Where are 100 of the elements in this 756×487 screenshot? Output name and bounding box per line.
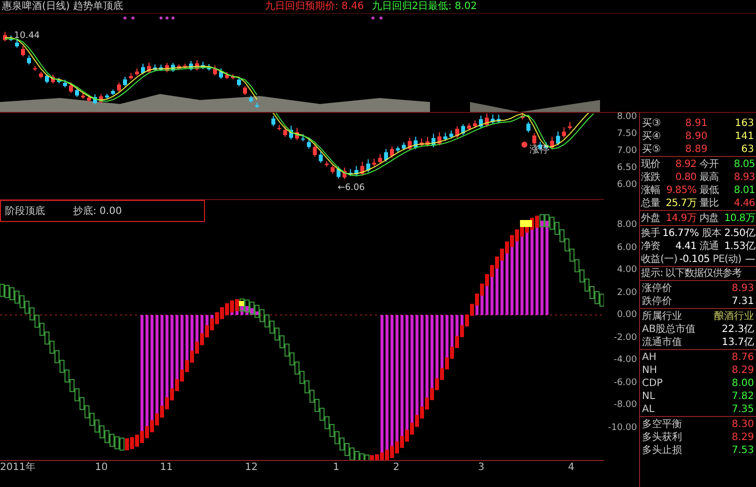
low-price-label: ←6.06	[338, 183, 365, 194]
field-value: 7.53	[732, 444, 754, 457]
field-value: 14.9万	[666, 212, 696, 225]
bid-price: 8.90	[684, 130, 708, 143]
field-value: 1.53亿	[724, 240, 755, 253]
field-value: 7.31	[732, 295, 754, 308]
field-label: 总量	[641, 197, 660, 210]
field-label: PE(动)	[712, 253, 742, 266]
field-value: 0.80	[675, 171, 696, 184]
field-value: 8.29	[732, 431, 754, 444]
field-value: 25.7万	[666, 197, 696, 210]
field-label: 净资	[641, 240, 660, 253]
field-label: 内盘	[700, 212, 719, 225]
bid-volume: 163	[734, 117, 754, 130]
field-label: 多空平衡	[642, 418, 682, 431]
field-value: 2.50亿	[724, 227, 755, 240]
y-axis-label: -8.00	[614, 400, 637, 410]
field-label: 买④	[642, 130, 661, 143]
y-axis-label: 7.50	[616, 129, 637, 139]
field-label: 买③	[642, 117, 661, 130]
y-axis-label: 6.00	[616, 242, 637, 252]
signal-marker-icon	[372, 16, 382, 20]
field-label: 涨幅	[641, 184, 660, 197]
field-label: 收益(一)	[641, 253, 678, 266]
field-label: NL	[642, 390, 656, 403]
field-value: 8.00	[732, 377, 754, 390]
field-value: 4.46	[734, 197, 755, 210]
field-value: —	[745, 253, 755, 266]
bid-price: 8.91	[684, 117, 708, 130]
expected-price-label: 九日回归预期价: 8.46	[265, 0, 364, 14]
window-title: 惠泉啤酒(日线) 趋势单顶底	[2, 0, 124, 14]
field-label: 涨跌	[641, 171, 660, 184]
field-label: 流通	[700, 240, 719, 253]
field-value: 8.30	[732, 418, 754, 431]
peak-marker	[520, 220, 532, 227]
field-label: 所属行业	[642, 310, 682, 323]
peak-marker	[239, 301, 244, 306]
field-label: 现价	[641, 158, 660, 171]
field-label: AB股总市值	[642, 323, 696, 336]
field-label: 今开	[700, 158, 719, 171]
field-value: 10.8万	[724, 212, 755, 225]
bid-volume: 63	[740, 143, 754, 156]
signal-marker-icon	[160, 16, 174, 20]
signal-marker-icon	[124, 16, 134, 20]
field-label: AL	[642, 403, 654, 416]
field-value: 13.7亿	[722, 336, 754, 349]
field-value: 8.01	[734, 184, 755, 197]
field-value: 酿酒行业	[714, 310, 754, 323]
y-axis-label: 7.00	[616, 146, 637, 156]
bid-price: 8.89	[684, 143, 708, 156]
limit-up-marker-icon	[521, 142, 528, 148]
field-label: 多头获利	[642, 431, 682, 444]
y-axis-label: 2.00	[616, 288, 637, 298]
y-axis-label: 8.00	[616, 220, 637, 230]
x-axis-label: 12	[245, 462, 258, 474]
field-value: 8.93	[732, 282, 754, 295]
high-price-label: 10.44	[14, 31, 40, 41]
field-value: 7.82	[732, 390, 754, 403]
field-value: 8.92	[675, 158, 696, 171]
field-label: 涨停价	[642, 282, 672, 295]
y-axis-label: 6.50	[616, 163, 637, 173]
field-label: 流通市值	[642, 336, 682, 349]
field-label: 跌停价	[642, 295, 672, 308]
indicator-name: 阶段顶底	[5, 204, 45, 218]
x-axis-label: 3	[478, 462, 484, 474]
y-axis-label: -10.00	[608, 422, 637, 432]
limit-up-label: 涨停	[529, 144, 550, 156]
two-day-low-label: 九日回归2日最低: 8.02	[372, 0, 478, 14]
notice-text: 提示: 以下数据仅供参考	[641, 268, 742, 279]
field-value: 8.05	[734, 158, 755, 171]
field-label: CDP	[642, 377, 663, 390]
indicator-reading: 抄底: 0.00	[73, 204, 122, 218]
x-axis-label: 2	[393, 462, 400, 474]
field-value: 8.29	[732, 364, 754, 377]
y-axis-label: -6.00	[614, 378, 637, 388]
x-axis-label: 2011年	[0, 462, 36, 474]
x-axis-label: 4	[568, 462, 574, 474]
field-value: 9.85%	[666, 184, 696, 197]
field-label: 多头止损	[642, 444, 682, 457]
x-axis-label: 10	[95, 462, 108, 474]
x-axis-label: 1	[333, 462, 340, 474]
field-label: 外盘	[641, 212, 660, 225]
field-value: 8.76	[732, 351, 754, 364]
field-label: 买⑤	[642, 143, 661, 156]
field-label: 换手	[641, 227, 660, 240]
bid-volume: 141	[734, 130, 754, 143]
y-axis-label: -2.00	[614, 332, 637, 342]
y-axis-label: 4.00	[616, 265, 637, 275]
field-label: 量比	[700, 197, 719, 210]
field-value: 22.3亿	[722, 323, 754, 336]
field-label: NH	[642, 364, 657, 377]
x-axis-label: 11	[160, 462, 173, 474]
field-value: 8.93	[734, 171, 755, 184]
field-value: 16.77%	[662, 227, 699, 240]
field-label: 最低	[700, 184, 719, 197]
field-label: AH	[642, 351, 656, 364]
y-axis-label: 0.00	[616, 310, 637, 320]
field-value: 4.41	[675, 240, 696, 253]
y-axis-label: -4.00	[614, 355, 637, 365]
field-value: 7.35	[732, 403, 754, 416]
